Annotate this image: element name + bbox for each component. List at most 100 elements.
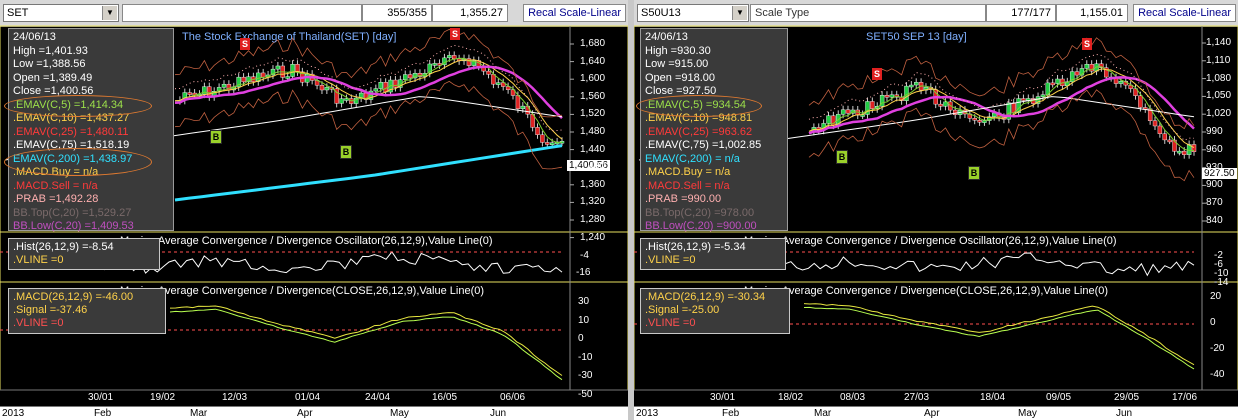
info-prab: .PRAB =1,492.28 <box>13 193 99 205</box>
info-high: High =930.30 <box>645 44 711 57</box>
info-bb-low: BB.Low(C,20) =900.00 <box>645 220 757 232</box>
sell-signal-marker[interactable]: S <box>1082 38 1092 50</box>
info-bb-top: BB.Top(C,20) =978.00 <box>645 206 755 219</box>
chart-panel-set[interactable]: SET ▼ 355/355 1,355.27 Recal Scale-Linea… <box>0 0 628 420</box>
price-axis-label: 10 <box>578 314 590 326</box>
candle-body <box>914 82 919 86</box>
hist-value: .Hist(26,12,9) =-5.34 <box>645 241 746 253</box>
buy-signal-marker[interactable]: B <box>968 166 980 180</box>
candle-body <box>378 82 383 89</box>
info-ema200: EMAV(C,200) = n/a <box>645 152 740 165</box>
month-label: Apr <box>924 408 940 419</box>
buy-signal-marker[interactable]: B <box>340 145 352 159</box>
candle-body <box>1177 150 1182 154</box>
indicator-info-box: 24/06/13 High =1,401.93 Low =1,388.56 Op… <box>8 28 174 232</box>
hist-pane-title: Moving Average Convergence / Divergence … <box>744 235 1117 247</box>
price-axis-label: 840 <box>1206 215 1223 226</box>
hist-pane-title: Moving Average Convergence / Divergence … <box>120 235 493 247</box>
price-axis-label: 930 <box>1206 161 1223 173</box>
candle-body <box>545 142 550 145</box>
highlight-oval <box>4 95 152 117</box>
date-axis-label: 27/03 <box>904 392 930 403</box>
price-axis-label: 1,400 <box>580 161 606 173</box>
candle-body <box>1138 95 1143 108</box>
candle-body <box>520 105 526 110</box>
candle-body <box>550 142 555 145</box>
candle-body <box>486 70 491 75</box>
indicator-info-box: 24/06/13 High =930.30 Low =915.00 Open =… <box>640 28 788 232</box>
macd-info-box: .MACD(26,12,9) =-30.34 .Signal =-25.00 .… <box>640 288 790 334</box>
month-label: Feb <box>722 408 740 419</box>
buy-signal-marker[interactable]: B <box>210 130 222 144</box>
sell-signal-marker[interactable]: S <box>872 68 882 80</box>
price-axis-label: 1,320 <box>580 196 606 208</box>
candle-body <box>1074 71 1080 76</box>
macd-pane-title: Moving Average Convergence / Divergence(… <box>744 285 1109 297</box>
candle-body <box>1021 98 1026 101</box>
price-axis-label: -40 <box>1210 369 1225 380</box>
date-axis-label: 18/04 <box>980 392 1006 403</box>
date-axis-label: 24/04 <box>365 392 391 403</box>
candle-body <box>1182 150 1187 155</box>
candle-body <box>1084 64 1089 69</box>
chart-title: SET50 SEP 13 [day] <box>866 31 967 43</box>
info-low: Low =1,388.56 <box>13 58 86 70</box>
price-axis-label: 1,140 <box>1206 37 1232 48</box>
price-axis-label: 1,360 <box>580 178 606 190</box>
price-axis-label: 1,440 <box>580 143 606 155</box>
price-axis-label: -50 <box>578 388 593 400</box>
macd-info-box: .MACD(26,12,9) =-46.00 .Signal =-37.46 .… <box>8 288 166 334</box>
price-axis-label: 1,520 <box>580 108 606 120</box>
price-axis-label: 0 <box>578 333 584 344</box>
hist-vline: .VLINE =0 <box>13 254 64 266</box>
macd-signal: .Signal =-25.00 <box>645 304 720 316</box>
hist-info-box: .Hist(26,12,9) =-5.34 .VLINE =0 <box>640 238 786 270</box>
price-axis-label: 960 <box>1206 143 1223 155</box>
date-axis-label: 01/04 <box>295 392 321 403</box>
year-label: 2013 <box>2 408 25 419</box>
chart-panel-s50u13[interactable]: S50U13 ▼ Scale Type 177/177 1,155.01 Rec… <box>634 0 1238 420</box>
chart-title: The Stock Exchange of Thailand(SET) [day… <box>182 31 397 43</box>
candle-body <box>207 86 212 98</box>
price-axis-label: 1,280 <box>580 214 606 225</box>
candle-body <box>982 120 987 123</box>
candle-body <box>339 98 344 104</box>
price-axis-label: 990 <box>1206 126 1223 137</box>
info-ema25: .EMAV(C,25) =963.62 <box>645 125 753 138</box>
ema200-line <box>174 144 563 202</box>
price-axis-label: 1,020 <box>1206 108 1232 120</box>
info-macd-buy: .MACD.Buy = n/a <box>645 166 731 178</box>
price-axis-label: 30 <box>578 296 590 307</box>
candle-body <box>904 85 909 101</box>
candle-body <box>1162 133 1167 141</box>
month-label: May <box>390 408 409 419</box>
candle-body <box>295 64 300 73</box>
candle-body <box>515 95 521 110</box>
candle-body <box>285 76 290 79</box>
candle-body <box>840 109 846 115</box>
ema25-line <box>174 65 563 120</box>
macd-value: .MACD(26,12,9) =-46.00 <box>13 291 134 303</box>
hist-vline: .VLINE =0 <box>645 254 696 266</box>
info-prab: .PRAB =990.00 <box>645 193 722 205</box>
candle-body <box>889 94 895 98</box>
info-ema75: .EMAV(C,75) =1,002.85 <box>645 139 762 151</box>
price-axis-label: 1,240 <box>580 231 606 243</box>
candle-body <box>1050 82 1055 86</box>
macd-line <box>803 303 1195 366</box>
sell-signal-marker[interactable]: S <box>450 28 460 40</box>
info-open: Open =1,389.49 <box>13 71 93 84</box>
buy-signal-marker[interactable]: B <box>836 150 848 164</box>
info-bb-top: BB.Top(C,20) =1,529.27 <box>13 206 132 219</box>
candle-body <box>496 82 501 85</box>
sell-signal-marker[interactable]: S <box>240 38 250 50</box>
signal-line <box>169 308 563 381</box>
hist-value: .Hist(26,12,9) =-8.54 <box>13 241 114 253</box>
candle-body <box>221 83 227 88</box>
candle-body <box>909 84 914 88</box>
candle-body <box>884 95 890 98</box>
candle-body <box>535 127 540 135</box>
date-axis-label: 17/06 <box>1172 392 1198 403</box>
candle-body <box>373 88 379 92</box>
candle-body <box>187 92 192 95</box>
